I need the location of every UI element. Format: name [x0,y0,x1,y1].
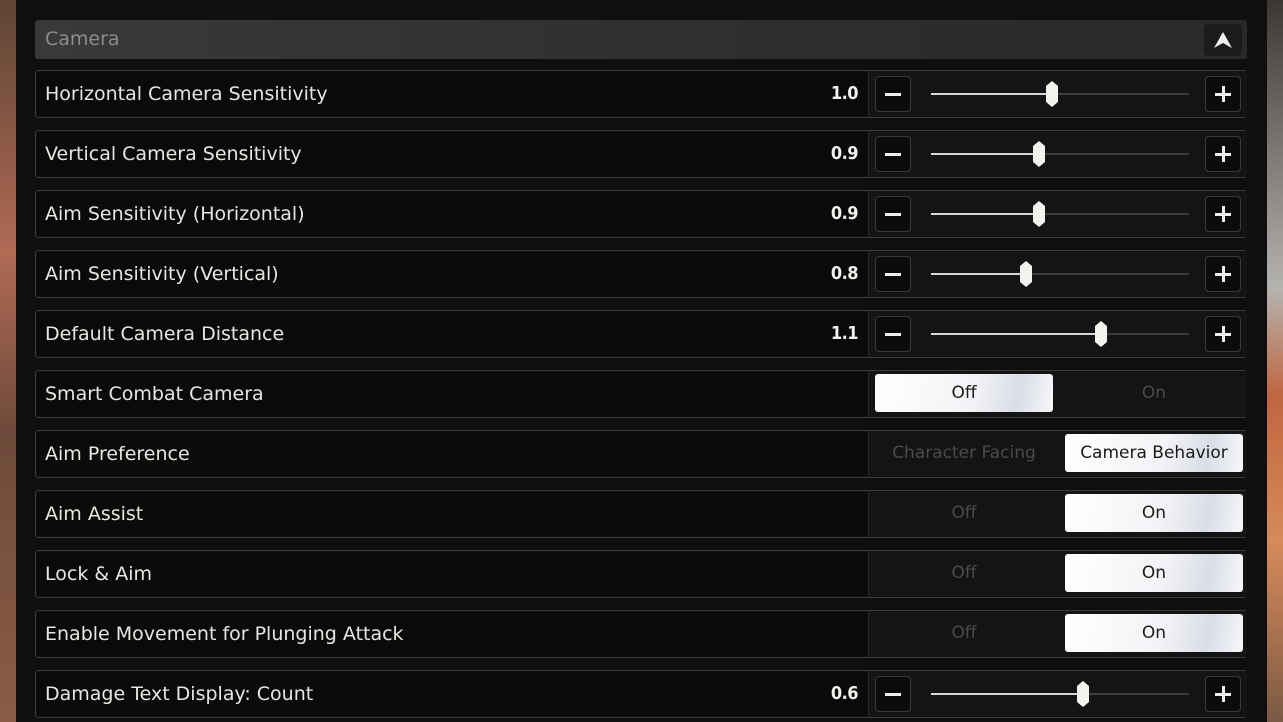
setting-label: Damage Text Display: Count [45,683,314,705]
setting-label: Vertical Camera Sensitivity [45,143,302,165]
toggle-control: Off On [868,491,1247,537]
slider-thumb[interactable] [1033,201,1045,227]
option-off[interactable]: Off [875,374,1053,412]
slider-thumb[interactable] [1095,321,1107,347]
section-title: Camera [45,28,120,50]
increase-button[interactable] [1205,196,1241,232]
slider-thumb[interactable] [1077,681,1089,707]
slider-control [868,311,1247,357]
minus-icon [885,213,901,216]
toggle-control: Off On [868,371,1247,417]
decrease-button[interactable] [875,76,911,112]
slider-fill [931,93,1052,95]
chevron-up-icon [1214,32,1232,48]
slider-thumb[interactable] [1033,141,1045,167]
background-right [1267,0,1283,722]
slider-fill [931,153,1039,155]
setting-value: 1.0 [830,83,859,104]
minus-icon [885,273,901,276]
increase-button[interactable] [1205,676,1241,712]
setting-row-damage-text-display-count: Damage Text Display: Count 0.6 [35,670,1247,718]
increase-button[interactable] [1205,256,1241,292]
setting-row-aim-assist: Aim Assist Off On [35,490,1247,538]
setting-label: Default Camera Distance [45,323,285,345]
setting-label: Smart Combat Camera [45,383,264,405]
setting-value: 0.9 [830,203,859,224]
decrease-button[interactable] [875,256,911,292]
setting-label: Aim Sensitivity (Horizontal) [45,203,305,225]
option-camera-behavior[interactable]: Camera Behavior [1065,434,1243,472]
minus-icon [885,693,901,696]
option-character-facing[interactable]: Character Facing [875,434,1053,472]
slider-control [868,191,1247,237]
minus-icon [885,93,901,96]
setting-value: 0.8 [830,263,859,284]
slider-track[interactable] [931,201,1189,227]
toggle-control: Off On [868,611,1247,657]
setting-row-aim-sensitivity-horizontal: Aim Sensitivity (Horizontal) 0.9 [35,190,1247,238]
slider-thumb[interactable] [1020,261,1032,287]
slider-track[interactable] [931,681,1189,707]
decrease-button[interactable] [875,136,911,172]
setting-row-smart-combat-camera: Smart Combat Camera Off On [35,370,1247,418]
setting-label: Aim Sensitivity (Vertical) [45,263,279,285]
slider-fill [931,273,1026,275]
toggle-control: Character Facing Camera Behavior [868,431,1247,477]
setting-row-lock-and-aim: Lock & Aim Off On [35,550,1247,598]
slider-track[interactable] [931,141,1189,167]
option-on[interactable]: On [1065,614,1243,652]
setting-row-horizontal-camera-sensitivity: Horizontal Camera Sensitivity 1.0 [35,70,1247,118]
setting-row-aim-preference: Aim Preference Character Facing Camera B… [35,430,1247,478]
decrease-button[interactable] [875,196,911,232]
option-off[interactable]: Off [875,614,1053,652]
increase-button[interactable] [1205,136,1241,172]
setting-label: Horizontal Camera Sensitivity [45,83,328,105]
decrease-button[interactable] [875,676,911,712]
setting-label: Aim Preference [45,443,190,465]
slider-fill [931,693,1083,695]
toggle-control: Off On [868,551,1247,597]
increase-button[interactable] [1205,76,1241,112]
slider-fill [931,333,1101,335]
slider-track[interactable] [931,321,1189,347]
background-left [0,0,16,722]
decrease-button[interactable] [875,316,911,352]
minus-icon [885,153,901,156]
option-on[interactable]: On [1065,554,1243,592]
slider-track[interactable] [931,81,1189,107]
increase-button[interactable] [1205,316,1241,352]
setting-label: Aim Assist [45,503,144,525]
option-on[interactable]: On [1065,374,1243,412]
setting-row-vertical-camera-sensitivity: Vertical Camera Sensitivity 0.9 [35,130,1247,178]
slider-control [868,251,1247,297]
slider-track[interactable] [931,261,1189,287]
setting-value: 1.1 [830,323,859,344]
setting-value: 0.9 [830,143,859,164]
setting-label: Enable Movement for Plunging Attack [45,623,404,645]
slider-thumb[interactable] [1046,81,1058,107]
setting-label: Lock & Aim [45,563,153,585]
setting-row-enable-movement-plunging-attack: Enable Movement for Plunging Attack Off … [35,610,1247,658]
option-off[interactable]: Off [875,494,1053,532]
slider-control [868,671,1247,717]
setting-value: 0.6 [830,683,859,704]
slider-control [868,131,1247,177]
option-on[interactable]: On [1065,494,1243,532]
slider-control [868,71,1247,117]
option-off[interactable]: Off [875,554,1053,592]
minus-icon [885,333,901,336]
camera-section-header[interactable]: Camera [35,20,1247,59]
setting-row-aim-sensitivity-vertical: Aim Sensitivity (Vertical) 0.8 [35,250,1247,298]
collapse-section-button[interactable] [1204,24,1242,56]
setting-row-default-camera-distance: Default Camera Distance 1.1 [35,310,1247,358]
slider-fill [931,213,1039,215]
